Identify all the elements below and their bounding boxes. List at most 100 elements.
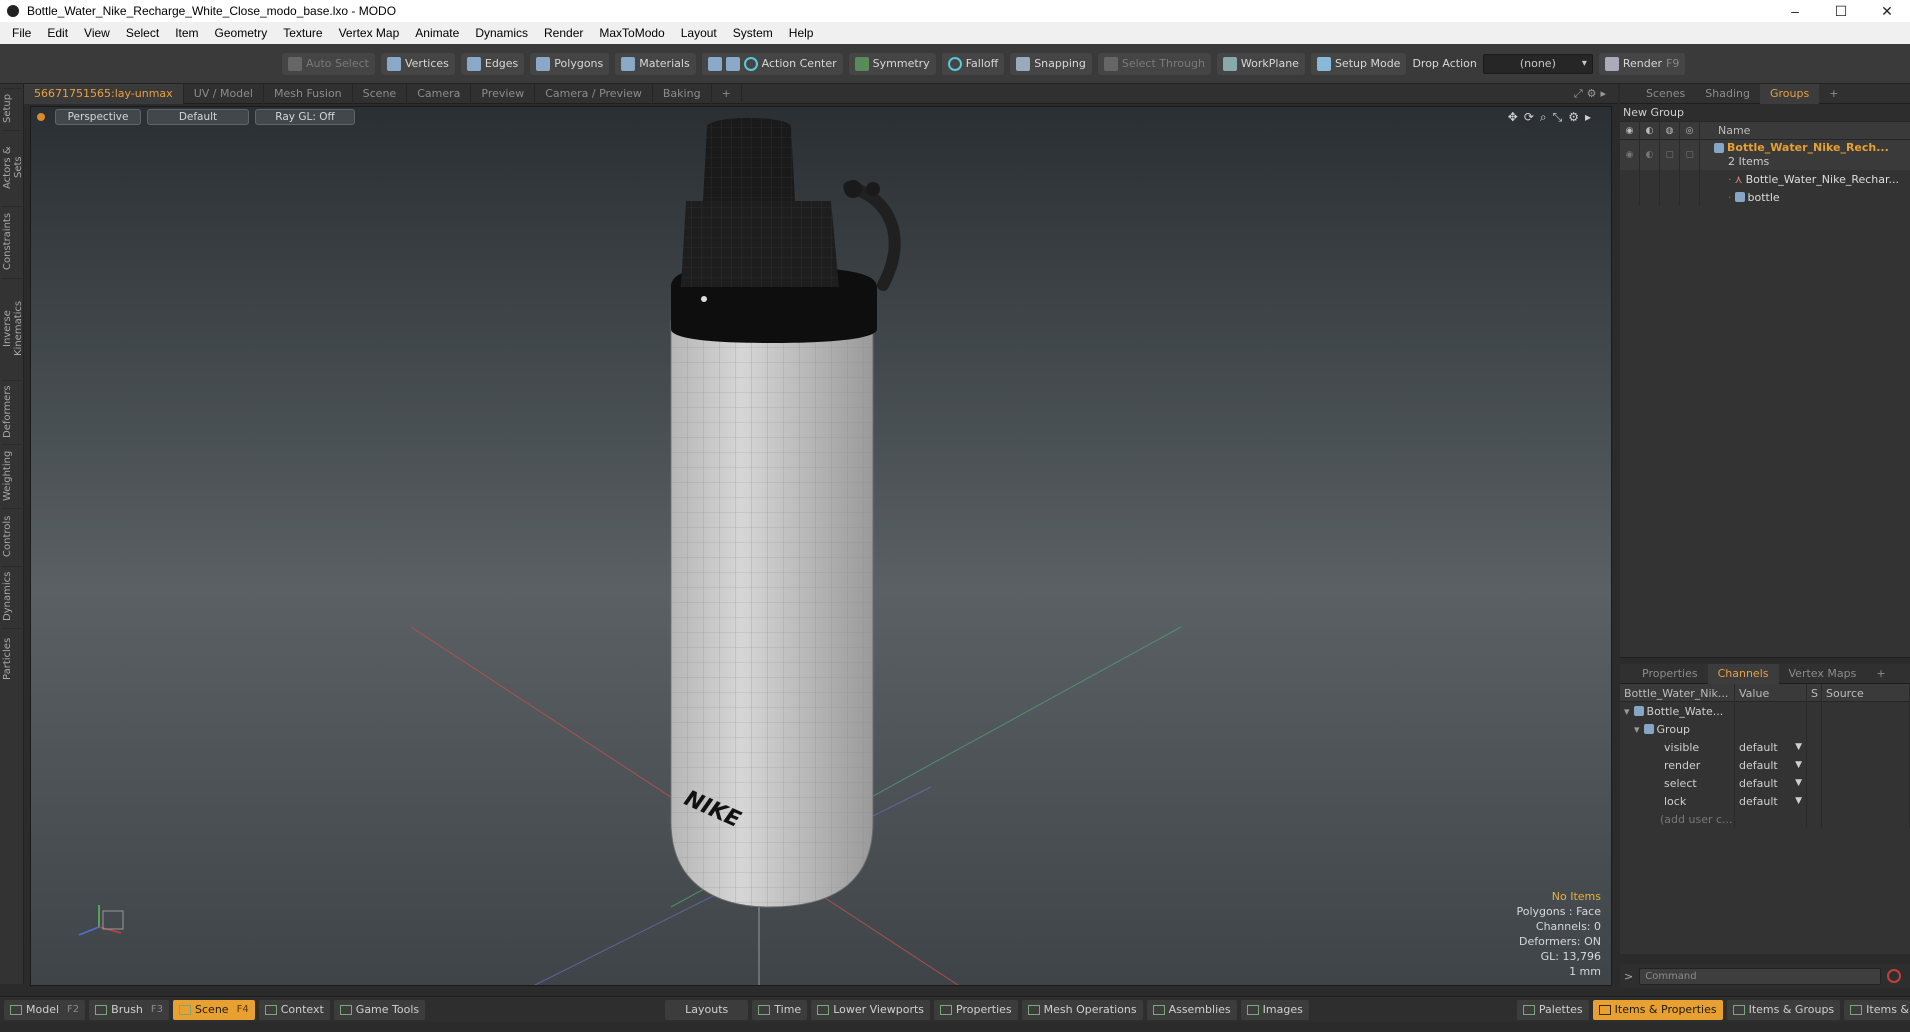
- tab-controls[interactable]: Controls: [2, 508, 22, 564]
- viewport-nav-icons[interactable]: ✥⟳⌕⤡⚙▸: [1508, 110, 1597, 125]
- vertices-button[interactable]: Vertices: [380, 52, 455, 75]
- falloff-button[interactable]: Falloff: [941, 52, 1005, 75]
- action-center-button[interactable]: Action Center: [701, 52, 843, 75]
- view-type-dropdown[interactable]: Perspective: [55, 109, 141, 125]
- menu-view[interactable]: View: [76, 26, 118, 40]
- lock-icon[interactable]: ◍: [1660, 121, 1680, 140]
- select-through-button[interactable]: Select Through: [1097, 52, 1211, 75]
- tab-scene[interactable]: Scene: [353, 83, 408, 104]
- layout-game-tools-button[interactable]: Game Tools: [333, 999, 426, 1020]
- tab-channels[interactable]: Channels: [1707, 663, 1779, 684]
- layout-brush-button[interactable]: Brush F3: [89, 999, 170, 1020]
- items-shading-button[interactable]: Items & Shading: [1844, 999, 1910, 1020]
- mesh-operations-button[interactable]: Mesh Operations: [1021, 999, 1143, 1020]
- menu-geometry[interactable]: Geometry: [207, 26, 276, 40]
- add-user-channel-row[interactable]: (add user c...: [1620, 810, 1910, 828]
- minimize-button[interactable]: –: [1772, 0, 1818, 22]
- tab-mesh-fusion[interactable]: Mesh Fusion: [264, 83, 353, 104]
- symmetry-button[interactable]: Symmetry: [848, 52, 936, 75]
- assemblies-button[interactable]: Assemblies: [1146, 999, 1237, 1020]
- menu-item[interactable]: Item: [167, 26, 206, 40]
- palettes-button[interactable]: Palettes: [1516, 999, 1589, 1020]
- group-child-row[interactable]: · ⋏ Bottle_Water_Nike_Rechar...: [1620, 170, 1910, 188]
- tab-particles[interactable]: Particles: [2, 628, 22, 688]
- viewport-menu-dot-icon[interactable]: [37, 113, 45, 121]
- group-child-row[interactable]: · bottle: [1620, 188, 1910, 206]
- tab-camera-preview[interactable]: Camera / Preview: [535, 83, 653, 104]
- new-group-button[interactable]: New Group: [1620, 104, 1910, 122]
- group-visible-toggle[interactable]: ◉: [1620, 140, 1640, 170]
- menu-maxtomodo[interactable]: MaxToModo: [591, 26, 672, 40]
- menu-texture[interactable]: Texture: [275, 26, 330, 40]
- tab-inverse-kinematics[interactable]: Inverse Kinematics: [2, 278, 24, 378]
- items-properties-button[interactable]: Items & Properties: [1592, 999, 1723, 1020]
- properties-button[interactable]: Properties: [934, 999, 1018, 1020]
- tab-actors-sets[interactable]: Actors & Sets: [2, 130, 24, 204]
- eye-icon[interactable]: ◉: [1620, 121, 1640, 140]
- channel-root-row[interactable]: ▾ Bottle_Wate...: [1620, 702, 1910, 720]
- tab-weighting[interactable]: Weighting: [2, 444, 22, 506]
- 3d-viewport[interactable]: NIKE Perspective Default Ray GL: Off ✥⟳⌕…: [30, 106, 1612, 986]
- channel-value-select[interactable]: default ▼: [1735, 756, 1807, 774]
- menu-edit[interactable]: Edit: [39, 26, 76, 40]
- menu-help[interactable]: Help: [781, 26, 822, 40]
- channel-row[interactable]: lock default ▼: [1620, 792, 1910, 810]
- layouts-button[interactable]: Layouts: [665, 999, 749, 1020]
- channels-col-source[interactable]: Source: [1822, 684, 1910, 702]
- shading-style-dropdown[interactable]: Default: [147, 109, 249, 125]
- tab-layout-unmax[interactable]: 56671751565:lay-unmax: [24, 83, 184, 104]
- tab-properties[interactable]: Properties: [1632, 664, 1708, 684]
- tab-preview[interactable]: Preview: [471, 83, 536, 104]
- command-input[interactable]: Command: [1639, 967, 1882, 985]
- group-select-toggle[interactable]: ▢: [1680, 140, 1700, 170]
- tab-shading[interactable]: Shading: [1695, 84, 1760, 104]
- viewport-tab-tools-icon[interactable]: ⤢⚙▸: [1574, 87, 1610, 101]
- tab-baking[interactable]: Baking: [653, 83, 712, 104]
- menu-vertex-map[interactable]: Vertex Map: [331, 26, 408, 40]
- materials-button[interactable]: Materials: [615, 52, 696, 75]
- add-tab-button[interactable]: +: [712, 83, 742, 104]
- drop-action-select[interactable]: (none): [1482, 53, 1593, 74]
- channel-value-select[interactable]: default ▼: [1735, 774, 1807, 792]
- images-button[interactable]: Images: [1240, 999, 1309, 1020]
- add-right-tab-button[interactable]: +: [1819, 84, 1848, 104]
- layout-context-button[interactable]: Context: [258, 999, 330, 1020]
- render-toggle-icon[interactable]: ◐: [1640, 121, 1660, 140]
- tab-scenes[interactable]: Scenes: [1636, 84, 1695, 104]
- render-button[interactable]: Render F9: [1598, 52, 1686, 75]
- tab-constraints[interactable]: Constraints: [2, 206, 22, 276]
- close-button[interactable]: ✕: [1864, 0, 1910, 22]
- channel-row[interactable]: render default ▼: [1620, 756, 1910, 774]
- menu-dynamics[interactable]: Dynamics: [467, 26, 536, 40]
- channel-value-select[interactable]: default ▼: [1735, 792, 1807, 810]
- lower-viewports-button[interactable]: Lower Viewports: [811, 999, 931, 1020]
- edges-button[interactable]: Edges: [460, 52, 525, 75]
- group-row[interactable]: ◉ ◐ ▢ ▢ Bottle_Water_Nike_Rech... 2 Item…: [1620, 140, 1910, 170]
- menu-render[interactable]: Render: [536, 26, 591, 40]
- polygons-button[interactable]: Polygons: [530, 52, 610, 75]
- setup-mode-button[interactable]: Setup Mode: [1310, 52, 1407, 75]
- layout-scene-button[interactable]: Scene F4: [173, 999, 255, 1020]
- group-lock-toggle[interactable]: ▢: [1660, 140, 1680, 170]
- menu-system[interactable]: System: [725, 26, 781, 40]
- menu-file[interactable]: File: [4, 26, 39, 40]
- layout-model-button[interactable]: Model F2: [4, 999, 86, 1020]
- raygl-toggle[interactable]: Ray GL: Off: [255, 109, 355, 125]
- auto-select-button[interactable]: Auto Select: [282, 52, 375, 75]
- channels-col-s[interactable]: S: [1807, 684, 1822, 702]
- select-icon[interactable]: ◎: [1680, 121, 1700, 140]
- channel-value-select[interactable]: default ▼: [1735, 738, 1807, 756]
- channels-col-value[interactable]: Value: [1735, 684, 1807, 702]
- workplane-button[interactable]: WorkPlane: [1216, 52, 1305, 75]
- tab-dynamics[interactable]: Dynamics: [2, 566, 22, 626]
- channels-col-item[interactable]: Bottle_Water_Nik...: [1620, 684, 1735, 702]
- menu-layout[interactable]: Layout: [673, 26, 725, 40]
- maximize-button[interactable]: ☐: [1818, 0, 1864, 22]
- time-button[interactable]: Time: [752, 999, 808, 1020]
- tab-setup[interactable]: Setup: [2, 88, 22, 128]
- tab-deformers[interactable]: Deformers: [2, 380, 22, 442]
- group-render-toggle[interactable]: ◐: [1640, 140, 1660, 170]
- add-props-tab-button[interactable]: +: [1866, 664, 1895, 684]
- tab-camera[interactable]: Camera: [407, 83, 472, 104]
- tab-vertex-maps[interactable]: Vertex Maps: [1779, 664, 1867, 684]
